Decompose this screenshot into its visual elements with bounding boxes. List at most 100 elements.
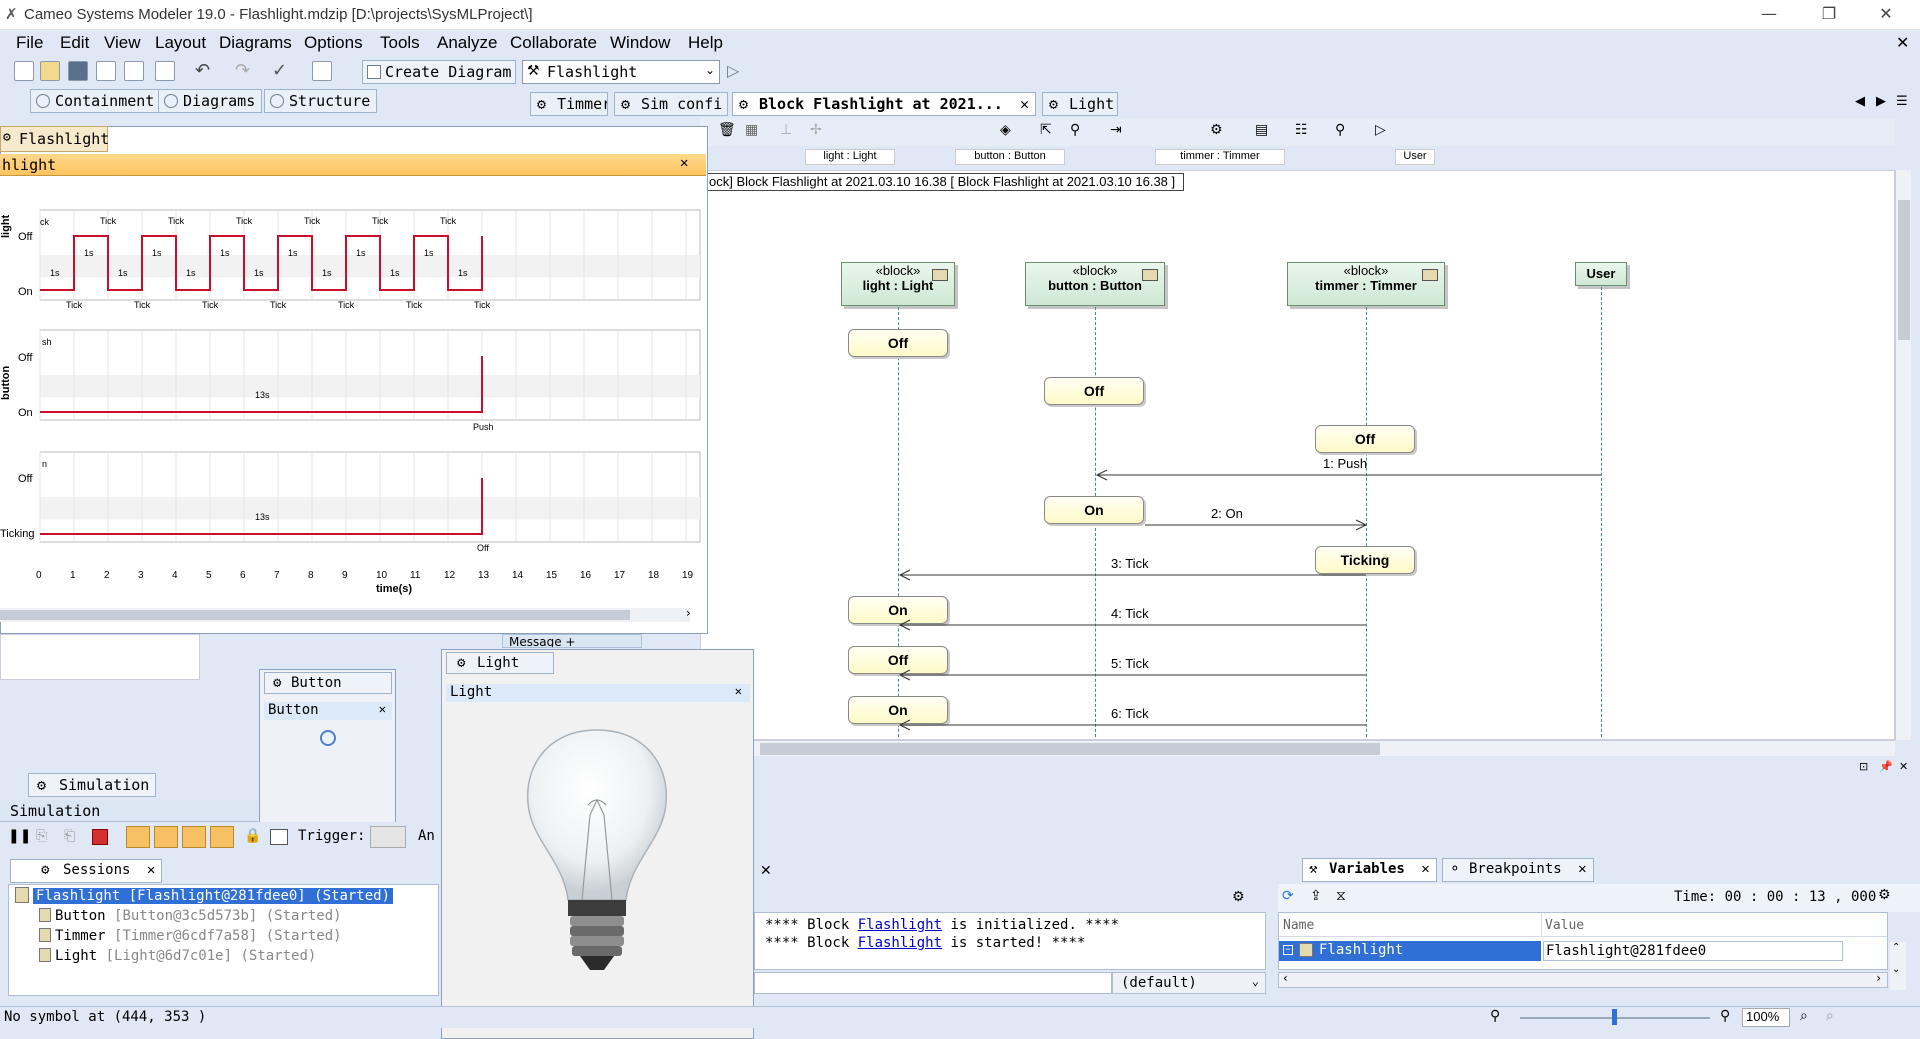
menu-file[interactable]: File: [16, 33, 43, 53]
scroll-left-icon[interactable]: ◀: [1855, 94, 1865, 109]
button-window-tab[interactable]: ⚙ Button: [264, 672, 392, 694]
list-icon[interactable]: ☷: [1295, 122, 1308, 138]
message-6-label[interactable]: 6: Tick: [1111, 706, 1149, 721]
tab-sim-config[interactable]: ⚙ Sim confi: [614, 92, 728, 116]
print-icon[interactable]: [96, 61, 116, 81]
sequence-diagram[interactable]: ock] Block Flashlight at 2021.03.10 16.3…: [700, 170, 1895, 740]
light-window-tab[interactable]: ⚙ Light: [446, 652, 554, 674]
column-name-header[interactable]: Name: [1283, 918, 1314, 933]
message-4-label[interactable]: 4: Tick: [1111, 606, 1149, 621]
message-2-label[interactable]: 2: On: [1211, 506, 1243, 521]
close-icon[interactable]: ✕: [760, 863, 772, 879]
breakpoints-tab[interactable]: ⚬ Breakpoints ✕: [1442, 858, 1594, 882]
save-icon[interactable]: [68, 61, 88, 81]
find-icon[interactable]: [155, 61, 175, 81]
variables-row-flashlight[interactable]: − Flashlight Flashlight@281fdee0: [1279, 941, 1887, 961]
menu-tools[interactable]: Tools: [380, 33, 420, 53]
light-window[interactable]: ⚙ Light Light ✕: [441, 649, 754, 1039]
step-into-icon[interactable]: ⎘: [36, 828, 47, 844]
run-icon[interactable]: ▷: [727, 61, 739, 80]
export-icon[interactable]: ⇪: [1310, 888, 1322, 904]
scroll-down-icon[interactable]: ⌄: [1892, 964, 1900, 975]
menu-edit[interactable]: Edit: [60, 33, 89, 53]
menu-window[interactable]: Window: [610, 33, 670, 53]
insert-icon[interactable]: ⇥: [1110, 122, 1122, 138]
console-input[interactable]: [754, 972, 1112, 994]
align-icon[interactable]: ⊥: [780, 122, 792, 138]
refresh-icon[interactable]: ⟳: [1282, 888, 1294, 904]
push-radio-button[interactable]: [320, 730, 336, 746]
layout-icon[interactable]: [312, 61, 332, 81]
session-row-flashlight[interactable]: Flashlight [Flashlight@281fdee0] (Starte…: [15, 887, 394, 906]
distribute-icon[interactable]: ✢: [810, 122, 822, 138]
scroll-right-icon[interactable]: ▶: [1876, 94, 1886, 109]
trigger-select[interactable]: [370, 826, 406, 848]
play-icon[interactable]: ▷: [1375, 122, 1386, 138]
menu-view[interactable]: View: [104, 33, 141, 53]
tab-diagrams[interactable]: Diagrams: [158, 89, 263, 113]
timing-window-tab[interactable]: ⚙ Flashlight: [0, 126, 109, 152]
maximize-icon[interactable]: ⊡: [1859, 760, 1868, 773]
restore-icon[interactable]: ❐: [1815, 4, 1843, 26]
tab-containment[interactable]: Containment: [30, 89, 162, 113]
fill-icon[interactable]: ◈: [1000, 122, 1011, 138]
session-row-timmer[interactable]: Timmer [Timmer@6cdf7a58] (Started): [39, 928, 342, 944]
scrollbar-thumb[interactable]: [1898, 200, 1910, 340]
close-icon[interactable]: ✕: [1578, 861, 1586, 877]
settings-icon[interactable]: ⚙: [1210, 122, 1223, 138]
close-icon[interactable]: ✕: [735, 684, 742, 698]
layout-icon[interactable]: [182, 826, 206, 848]
search-icon[interactable]: ⚲: [1335, 122, 1345, 138]
pause-icon[interactable]: ❚❚: [8, 828, 31, 844]
sessions-tab[interactable]: ⚙ Sessions ✕: [10, 859, 163, 883]
scroll-left-icon[interactable]: ‹: [1283, 971, 1288, 985]
zoom-select[interactable]: 100%: [1742, 1008, 1790, 1027]
tab-timmer[interactable]: ⚙ Timmer: [530, 92, 608, 116]
scroll-right-icon[interactable]: ›: [1876, 971, 1881, 985]
zoom-region-icon[interactable]: ⌕: [1826, 1008, 1834, 1024]
redo-icon[interactable]: ↷: [235, 60, 250, 81]
gear-icon[interactable]: [154, 826, 178, 848]
message-palette-tab[interactable]: Message +: [502, 634, 642, 648]
delete-icon[interactable]: 🗑: [718, 122, 736, 138]
menu-layout[interactable]: Layout: [155, 33, 206, 53]
variables-hscrollbar[interactable]: ‹ ›: [1278, 971, 1888, 988]
tab-list-icon[interactable]: ☰: [1896, 94, 1908, 109]
scroll-right-icon[interactable]: ›: [686, 606, 691, 620]
message-3-label[interactable]: 3: Tick: [1111, 556, 1149, 571]
collapse-icon[interactable]: −: [1283, 945, 1293, 955]
tab-structure[interactable]: Structure: [264, 89, 378, 113]
diagram-vertical-scrollbar[interactable]: [1895, 170, 1911, 740]
overview-thumbnail[interactable]: [0, 634, 200, 680]
variable-name-cell[interactable]: − Flashlight: [1279, 941, 1541, 961]
create-diagram-button[interactable]: Create Diagram: [362, 60, 517, 84]
filter-icon[interactable]: ⚲: [1070, 122, 1080, 138]
link-icon[interactable]: [210, 826, 234, 848]
session-row-light[interactable]: Light [Light@6d7c01e] (Started): [39, 948, 316, 964]
zoom-out-icon[interactable]: ⚲: [1490, 1008, 1500, 1024]
validate-icon[interactable]: ✓: [272, 60, 287, 81]
export-icon[interactable]: ⇱: [1040, 122, 1052, 138]
table-icon[interactable]: ▤: [1255, 122, 1268, 138]
step-over-icon[interactable]: ⎗: [64, 828, 75, 844]
console-settings-icon[interactable]: ⚙: [1232, 889, 1245, 905]
scrollbar-thumb[interactable]: [760, 743, 1380, 755]
console-scope-select[interactable]: (default) ⌄: [1112, 972, 1266, 994]
variables-vscrollbar[interactable]: ⌃ ⌄: [1890, 942, 1906, 990]
close-icon[interactable]: ✕: [680, 155, 688, 171]
variables-tab[interactable]: ⚒ Variables ✕: [1302, 858, 1437, 882]
diagram-horizontal-scrollbar[interactable]: [700, 740, 1895, 756]
flashlight-link[interactable]: Flashlight: [858, 935, 942, 951]
settings-icon[interactable]: ⚙: [1878, 887, 1891, 903]
menu-collaborate[interactable]: Collaborate: [510, 33, 597, 53]
close-icon[interactable]: ✕: [1872, 4, 1900, 26]
filter-icon[interactable]: ⧖: [1336, 888, 1346, 904]
zoom-slider-handle[interactable]: [1612, 1009, 1617, 1025]
stop-icon[interactable]: [92, 829, 108, 845]
scroll-up-icon[interactable]: ⌃: [1892, 942, 1900, 953]
lock-icon[interactable]: 🔒: [244, 828, 261, 844]
tab-light[interactable]: ⚙ Light: [1042, 92, 1118, 116]
message-5-label[interactable]: 5: Tick: [1111, 656, 1149, 671]
menu-analyze[interactable]: Analyze: [437, 33, 497, 53]
column-value-header[interactable]: Value: [1545, 918, 1584, 933]
